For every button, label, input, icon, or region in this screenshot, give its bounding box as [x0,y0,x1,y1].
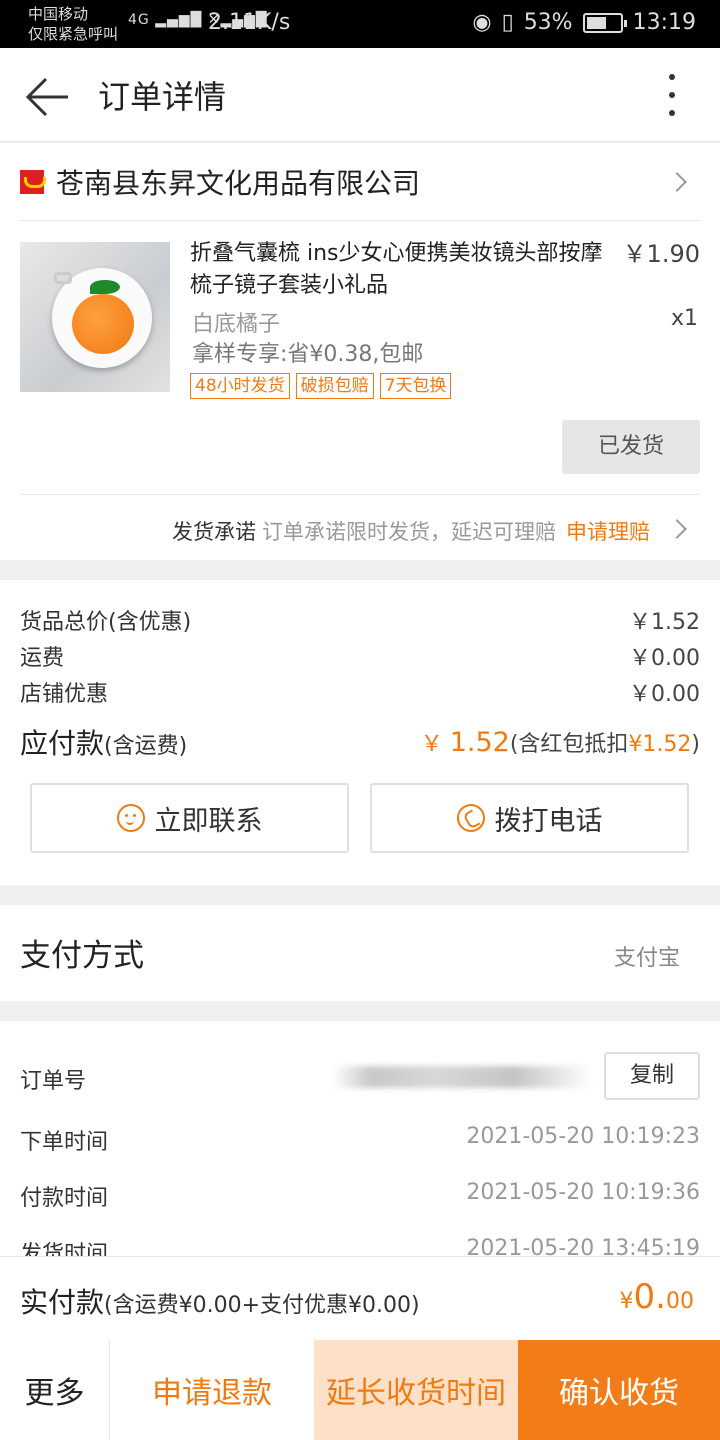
contact-seller-button[interactable]: 立即联系 [30,783,349,853]
payment-method-value: 支付宝 [613,946,680,971]
shipping-promise-row[interactable]: 发货承诺 订单承诺限时发货，延迟可理赔 申请理赔 [0,498,720,560]
page-title: 订单详情 [98,78,227,116]
goods-total-label: 货品总价(含优惠) [20,610,192,635]
bottom-action-bar: 更多 申请退款 延长收货时间 确认收货 [0,1340,720,1440]
extend-receipt-button[interactable]: 延长收货时间 [314,1340,518,1440]
more-vertical-icon[interactable] [660,72,684,118]
clock: 13:19 [632,10,696,35]
chevron-right-icon[interactable] [667,519,687,539]
payment-time-label: 付款时间 [20,1186,109,1211]
order-created-label: 下单时间 [20,1130,109,1155]
divider [20,494,700,495]
product-variant: 白底橘子 [192,312,281,337]
more-button[interactable]: 更多 [0,1340,110,1440]
amount-due-label: 应付款(含运费) [20,727,188,760]
promise-label: 发货承诺 [172,520,256,544]
status-right: ◉ ▯ 53% 13:19 [472,10,696,35]
store-discount-label: 店铺优惠 [20,682,109,707]
service-tags: 48小时发货 破损包赔 7天包换 [190,373,452,399]
order-number-redacted [332,1066,592,1088]
chat-icon [116,804,145,832]
phone-icon [456,804,485,832]
eye-icon: ◉ [472,10,492,35]
store-discount-value: ￥0.00 [629,682,700,707]
shipped-status-button[interactable]: 已发货 [562,420,700,474]
app-header: 订单详情 [0,48,720,142]
shipping-fee-value: ￥0.00 [629,646,700,671]
tag-48h-shipping: 48小时发货 [190,373,290,399]
divider [20,220,700,221]
promise-desc: 订单承诺限时发货，延迟可理赔 [262,520,556,544]
status-bar: 中国移动 仅限紧急呼叫 4G ▂▄▆█ ✕▂▄▆█ 2.11K/s ◉ ▯ 53… [0,0,720,48]
product-image[interactable] [20,242,170,392]
shop-name: 苍南县东昇文化用品有限公司 [56,167,421,200]
paid-amount-label: 实付款(含运费¥0.00+支付优惠¥0.00) [20,1286,420,1319]
copy-button[interactable]: 复制 [604,1052,700,1100]
call-seller-button[interactable]: 拨打电话 [370,783,689,853]
network-speed: 2.11K/s [208,10,291,35]
paid-amount-value: ¥0.00 [619,1277,694,1317]
product-price: ￥1.90 [622,240,700,268]
shipping-fee-label: 运费 [20,646,65,671]
request-refund-button[interactable]: 申请退款 [110,1340,314,1440]
carrier-text: 中国移动 仅限紧急呼叫 [28,5,119,43]
battery-icon [582,12,627,33]
shop-link[interactable]: 苍南县东昇文化用品有限公司 [20,166,420,200]
order-number-label: 订单号 [20,1069,87,1094]
payment-method-label: 支付方式 [20,938,144,974]
battery-percent: 53% [523,10,573,35]
back-arrow-icon[interactable] [24,74,70,120]
shop-icon [20,170,46,194]
vibrate-icon: ▯ [501,10,514,35]
payment-time-value: 2021-05-20 10:19:36 [466,1180,700,1205]
product-name[interactable]: 折叠气囊梳 ins少女心便携美妆镜头部按摩梳子镜子套装小礼品 [190,238,620,302]
product-promo: 拿样专享:省¥0.38,包邮 [192,342,424,367]
tag-7day-exchange: 7天包换 [379,373,452,399]
amount-due-value: ￥ 1.52(含红包抵扣¥1.52) [420,727,700,758]
paid-amount-bar: 实付款(含运费¥0.00+支付优惠¥0.00) ¥0.00 [0,1256,720,1340]
confirm-receipt-button[interactable]: 确认收货 [518,1340,720,1440]
order-created-value: 2021-05-20 10:19:23 [466,1124,700,1149]
product-quantity: x1 [670,306,698,331]
claim-link[interactable]: 申请理赔 [566,520,650,544]
goods-total-value: ￥1.52 [629,610,700,635]
tag-damage-compensation: 破损包赔 [295,373,374,399]
